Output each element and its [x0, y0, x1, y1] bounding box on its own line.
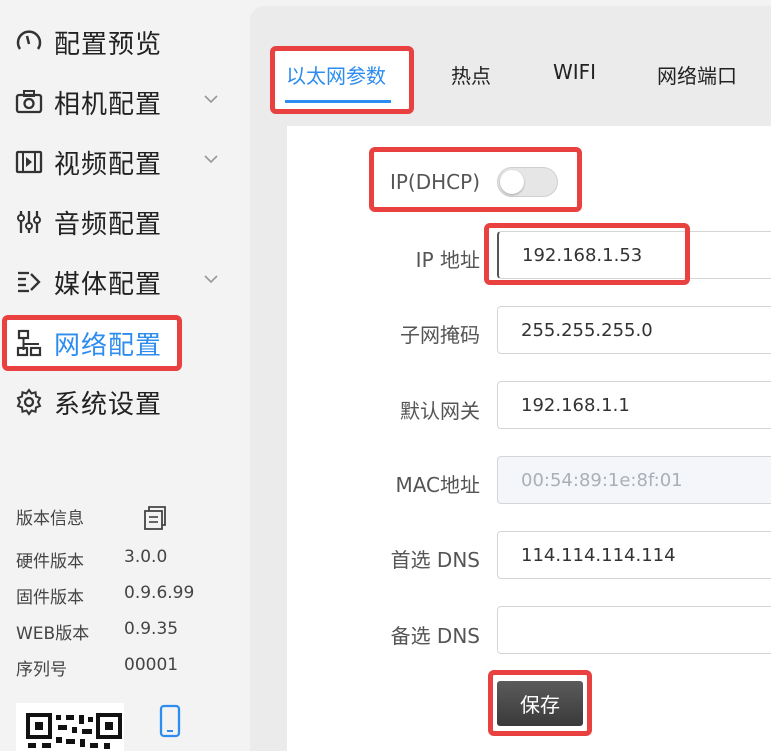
chevron-down-icon[interactable]	[202, 90, 220, 108]
secondary-dns-input[interactable]	[497, 606, 771, 654]
chevron-down-icon[interactable]	[202, 270, 220, 288]
sidebar-item-camera[interactable]: 相机配置	[14, 80, 218, 124]
version-info-title: 版本信息	[16, 509, 84, 529]
ip-address-label: IP 地址	[415, 248, 480, 272]
sidebar-item-system[interactable]: 系统设置	[14, 380, 162, 424]
sidebar-item-audio[interactable]: 音频配置	[14, 200, 162, 244]
sidebar-item-label: 网络配置	[54, 330, 163, 361]
sidebar-item-label: 系统设置	[54, 389, 163, 420]
sidebar-item-label: 配置预览	[54, 29, 163, 60]
tab-active-underline	[285, 100, 391, 103]
dhcp-toggle-knob	[500, 170, 524, 194]
web-version-value: 0.9.35	[124, 619, 179, 639]
sidebar-item-media[interactable]: 媒体配置	[14, 260, 218, 304]
serial-number-value: 00001	[124, 655, 179, 675]
firmware-version-label: 固件版本	[16, 588, 84, 608]
dhcp-label: IP(DHCP)	[389, 170, 480, 194]
mac-address-label: MAC地址	[395, 473, 480, 497]
subnet-mask-input[interactable]: 255.255.255.0	[497, 306, 771, 354]
gateway-label: 默认网关	[400, 399, 480, 423]
gauge-icon	[14, 27, 44, 57]
sidebar-item-label: 媒体配置	[54, 269, 163, 300]
primary-dns-label: 首选 DNS	[390, 548, 480, 572]
sidebar-item-label: 音频配置	[54, 209, 163, 240]
film-icon	[14, 147, 44, 177]
gateway-input[interactable]: 192.168.1.1	[497, 381, 771, 429]
sliders-icon	[14, 207, 44, 237]
secondary-dns-label: 备选 DNS	[390, 624, 480, 648]
tab-hotspot[interactable]: 热点	[451, 60, 491, 89]
hardware-version-value: 3.0.0	[124, 547, 168, 567]
tab-wifi[interactable]: WIFI	[553, 60, 596, 84]
camera-icon	[14, 87, 44, 117]
media-icon	[14, 267, 44, 297]
sidebar-item-label: 视频配置	[54, 149, 163, 180]
chevron-down-icon[interactable]	[202, 150, 220, 168]
ip-address-input[interactable]: 192.168.1.53	[497, 231, 771, 279]
serial-number-label: 序列号	[16, 660, 67, 680]
mac-address-input: 00:54:89:1e:8f:01	[497, 456, 771, 504]
sidebar: 配置预览 相机配置 视频配置 音频配置 媒体配置 网络配置 系统设置 版本信息 …	[0, 0, 250, 751]
tab-ethernet[interactable]: 以太网参数	[286, 60, 386, 89]
subnet-mask-label: 子网掩码	[400, 323, 480, 347]
sidebar-item-label: 相机配置	[54, 89, 163, 120]
copy-icon[interactable]	[142, 505, 168, 531]
sidebar-item-overview[interactable]: 配置预览	[14, 20, 162, 64]
sidebar-item-network[interactable]: 网络配置	[14, 321, 162, 365]
gear-icon	[14, 387, 44, 417]
mobile-phone-icon[interactable]	[158, 704, 182, 738]
network-icon	[14, 328, 44, 358]
dhcp-toggle[interactable]	[497, 167, 558, 197]
web-version-label: WEB版本	[16, 624, 90, 644]
tab-network-port[interactable]: 网络端口	[657, 60, 737, 89]
sidebar-item-video[interactable]: 视频配置	[14, 140, 218, 184]
qr-code	[16, 703, 124, 751]
firmware-version-value: 0.9.6.99	[124, 583, 195, 603]
save-button[interactable]: 保存	[497, 681, 583, 726]
form-card	[287, 126, 771, 751]
primary-dns-input[interactable]: 114.114.114.114	[497, 531, 771, 579]
hardware-version-label: 硬件版本	[16, 552, 84, 572]
